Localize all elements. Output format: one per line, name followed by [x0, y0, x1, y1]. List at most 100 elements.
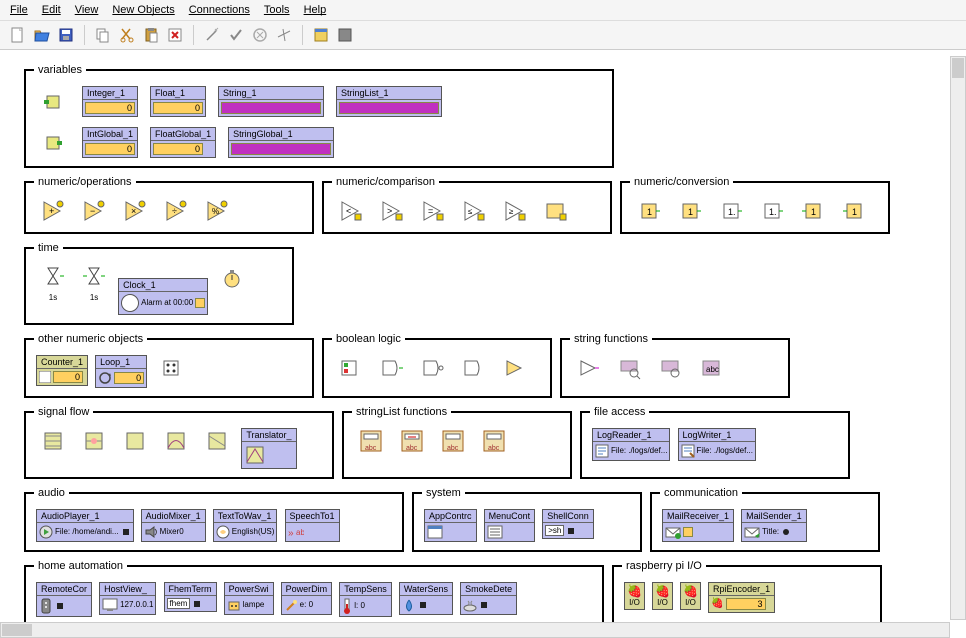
str-replace-icon[interactable] [658, 355, 684, 381]
bool-not-icon[interactable] [420, 355, 446, 381]
node-powerdim[interactable]: PowerDime: 0 [281, 582, 333, 615]
timer-1s-icon[interactable] [40, 264, 66, 290]
rpi-io-3[interactable]: 🍓I/O [680, 582, 701, 610]
node-speechto[interactable]: SpeechTo1»ab [285, 509, 340, 542]
sl-1-icon[interactable]: abc [358, 428, 384, 454]
delete-icon[interactable] [165, 25, 185, 45]
sl-4-icon[interactable]: abc [481, 428, 507, 454]
grey-box-icon[interactable] [335, 25, 355, 45]
paste-icon[interactable] [141, 25, 161, 45]
cmp-le-icon[interactable]: ≤ [461, 198, 487, 224]
cmp-range-icon[interactable] [543, 198, 569, 224]
conv-3-icon[interactable]: 1. [718, 198, 744, 224]
cut-icon[interactable] [117, 25, 137, 45]
node-mailreceiver[interactable]: MailReceiver_1 [662, 509, 734, 542]
node-logwriter[interactable]: LogWriter_1File: ./logs/def... [678, 428, 756, 461]
menu-tools[interactable]: Tools [258, 2, 296, 18]
node-float[interactable]: Float_10 [150, 86, 206, 117]
node-watersens[interactable]: WaterSens [399, 582, 453, 615]
sl-2-icon[interactable]: abc [399, 428, 425, 454]
menu-file[interactable]: File [4, 2, 34, 18]
node-logreader[interactable]: LogReader_1File: ./logs/def... [592, 428, 670, 461]
node-translator[interactable]: Translator_ [241, 428, 296, 469]
node-stringglobal[interactable]: StringGlobal_1 [228, 127, 334, 158]
op-mul-icon[interactable]: × [122, 198, 148, 224]
open-file-icon[interactable] [32, 25, 52, 45]
menu-connections[interactable]: Connections [183, 2, 256, 18]
conv-5-icon[interactable]: 1 [800, 198, 826, 224]
stopwatch-icon[interactable] [219, 265, 245, 291]
str-len-icon[interactable]: abc [699, 355, 725, 381]
cmp-eq-icon[interactable]: = [420, 198, 446, 224]
node-appcontrol[interactable]: AppContrc [424, 509, 477, 542]
node-audioplayer[interactable]: AudioPlayer_1File: /home/andi... [36, 509, 134, 542]
op-mod-icon[interactable]: % [204, 198, 230, 224]
str-find-icon[interactable] [617, 355, 643, 381]
dice-icon[interactable] [158, 355, 184, 381]
canvas[interactable]: variables Integer_10 Float_10 String_1 S… [0, 50, 966, 638]
bool-or-icon[interactable] [379, 355, 405, 381]
conv-6-icon[interactable]: 1 [841, 198, 867, 224]
sl-3-icon[interactable]: abc [440, 428, 466, 454]
node-integer[interactable]: Integer_10 [82, 86, 138, 117]
node-hostview[interactable]: HostView_127.0.0.1 [99, 582, 156, 615]
var-in-icon[interactable] [40, 89, 66, 115]
bool-and-icon[interactable] [338, 355, 364, 381]
separator [84, 25, 85, 45]
node-rpiencoder[interactable]: RpiEncoder_1🍓3 [708, 582, 775, 613]
save-file-icon[interactable] [56, 25, 76, 45]
node-remote[interactable]: RemoteCor [36, 582, 92, 617]
conv-4-icon[interactable]: 1. [759, 198, 785, 224]
menu-edit[interactable]: Edit [36, 2, 67, 18]
menu-help[interactable]: Help [298, 2, 333, 18]
node-audiomixer[interactable]: AudioMixer_1Mixer0 [141, 509, 206, 542]
rpi-io-1[interactable]: 🍓I/O [624, 582, 645, 610]
node-clock[interactable]: Clock_1Alarm at 00:00 [118, 278, 208, 315]
bool-xor-icon[interactable] [461, 355, 487, 381]
wand-icon[interactable] [202, 25, 222, 45]
copy-icon[interactable] [93, 25, 113, 45]
bool-buf-icon[interactable] [502, 355, 528, 381]
sf-5-icon[interactable] [204, 428, 230, 454]
node-intglobal[interactable]: IntGlobal_10 [82, 127, 138, 158]
stop-icon[interactable] [250, 25, 270, 45]
menu-new-objects[interactable]: New Objects [106, 2, 180, 18]
node-shellconn[interactable]: ShellConn>sh [542, 509, 594, 539]
cut-lines-icon[interactable] [274, 25, 294, 45]
sf-4-icon[interactable] [163, 428, 189, 454]
timer-1s-2-icon[interactable] [81, 264, 107, 290]
rpi-io-2[interactable]: 🍓I/O [652, 582, 673, 610]
node-loop[interactable]: Loop_10 [95, 355, 147, 388]
str-tri-icon[interactable] [576, 355, 602, 381]
group-system-title: system [422, 487, 465, 499]
node-smokedet[interactable]: SmokeDete [460, 582, 517, 615]
node-counter[interactable]: Counter_10 [36, 355, 88, 386]
node-texttowav[interactable]: TextToWav_1English(US) [213, 509, 278, 542]
op-div-icon[interactable]: ÷ [163, 198, 189, 224]
window-icon[interactable] [311, 25, 331, 45]
conv-1-icon[interactable]: 1 [636, 198, 662, 224]
op-sub-icon[interactable]: − [81, 198, 107, 224]
var-out-icon[interactable] [40, 130, 66, 156]
menu-view[interactable]: View [69, 2, 105, 18]
node-mailsender[interactable]: MailSender_1Title: [741, 509, 807, 542]
conv-2-icon[interactable]: 1 [677, 198, 703, 224]
op-add-icon[interactable]: + [40, 198, 66, 224]
node-string[interactable]: String_1 [218, 86, 324, 117]
node-tempsens[interactable]: TempSensl: 0 [339, 582, 392, 617]
check-icon[interactable] [226, 25, 246, 45]
sf-3-icon[interactable] [122, 428, 148, 454]
scrollbar-horizontal[interactable] [0, 622, 950, 638]
node-menucontrol[interactable]: MenuCont [484, 509, 536, 542]
node-stringlist[interactable]: StringList_1 [336, 86, 442, 117]
scrollbar-vertical[interactable] [950, 56, 966, 620]
node-floatglobal[interactable]: FloatGlobal_10 [150, 127, 216, 158]
cmp-ge-icon[interactable]: ≥ [502, 198, 528, 224]
new-file-icon[interactable] [8, 25, 28, 45]
cmp-lt-icon[interactable]: < [338, 198, 364, 224]
node-fhemterm[interactable]: FhemTermfhem [164, 582, 217, 612]
sf-1-icon[interactable] [40, 428, 66, 454]
sf-2-icon[interactable] [81, 428, 107, 454]
cmp-gt-icon[interactable]: > [379, 198, 405, 224]
node-powerswitch[interactable]: PowerSwilampe [224, 582, 274, 615]
